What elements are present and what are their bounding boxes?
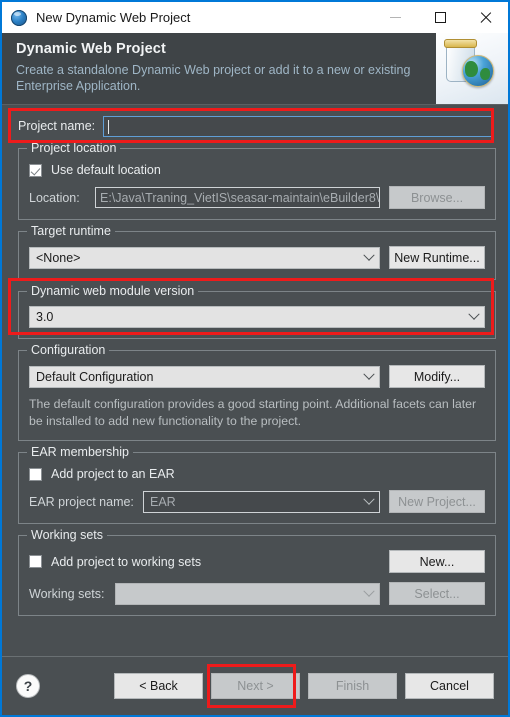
ear-project-name-combo[interactable]: EAR [143,490,380,513]
dynamic-web-module-version-value: 3.0 [36,310,54,324]
configuration-hint: The default configuration provides a goo… [29,397,477,428]
project-name-input[interactable] [103,115,494,137]
add-project-to-working-sets-label: Add project to working sets [51,554,202,569]
use-default-location-checkbox[interactable] [29,163,42,177]
maximize-icon [435,12,446,23]
new-dynamic-web-project-dialog: New Dynamic Web Project Dynamic Web Proj… [0,0,510,717]
wizard-footer: ? < Back Next > Finish Cancel [2,656,508,715]
add-project-to-working-sets-checkbox[interactable] [29,555,42,568]
minimize-button[interactable] [373,2,418,33]
dynamic-web-module-version-group: Dynamic web module version 3.0 [18,284,496,339]
new-runtime-button[interactable]: New Runtime... [389,246,485,269]
dynamic-web-module-version-row: 3.0 [29,306,485,328]
location-row: Location: E:\Java\Traning_VietIS\seasar-… [29,186,485,209]
configuration-value: Default Configuration [36,369,154,384]
use-default-location-row: Use default location [29,163,485,177]
working-sets-combo[interactable] [115,582,380,605]
project-location-legend: Project location [27,141,121,155]
back-button[interactable]: < Back [114,673,203,699]
project-name-row: Project name: [18,115,494,137]
jar-lid-shape [444,39,477,48]
help-icon[interactable]: ? [16,674,40,698]
ear-project-name-value: EAR [150,494,176,509]
location-value: E:\Java\Traning_VietIS\seasar-maintain\e… [100,190,380,205]
working-sets-row: Working sets: Select... [29,582,485,605]
next-button[interactable]: Next > [211,673,300,699]
target-runtime-value: <None> [36,250,81,265]
wizard-body: Project name: Project location Use defau… [2,105,508,656]
configuration-row: Default Configuration Modify... [29,365,485,388]
add-project-to-ear-label: Add project to an EAR [51,467,175,481]
target-runtime-legend: Target runtime [27,224,115,238]
target-runtime-combo[interactable]: <None> [29,246,380,269]
ear-membership-legend: EAR membership [27,445,133,459]
chevron-down-icon [361,248,377,268]
next-button-wrapper: Next > [203,664,300,708]
wizard-header-text: Dynamic Web Project Create a standalone … [2,33,436,104]
add-project-to-ear-checkbox[interactable] [29,467,42,481]
eclipse-wizard-icon [11,9,27,26]
window-title: New Dynamic Web Project [36,10,191,25]
use-default-location-label: Use default location [51,163,161,177]
location-input[interactable]: E:\Java\Traning_VietIS\seasar-maintain\e… [95,187,380,208]
maximize-button[interactable] [418,2,463,33]
ear-project-name-label: EAR project name: [29,494,134,509]
globe-shape [462,55,494,87]
wizard-header: Dynamic Web Project Create a standalone … [2,33,508,105]
add-project-to-working-sets-row: Add project to working sets New... [29,550,485,573]
dynamic-web-module-version-combo[interactable]: 3.0 [29,306,485,328]
ear-membership-group: EAR membership Add project to an EAR EAR… [18,445,496,524]
page-title: Dynamic Web Project [16,41,166,57]
browse-button[interactable]: Browse... [389,186,485,209]
working-sets-group: Working sets Add project to working sets… [18,528,496,616]
new-working-set-button[interactable]: New... [389,550,485,573]
page-description: Create a standalone Dynamic Web project … [16,63,411,93]
add-project-to-ear-row: Add project to an EAR [29,467,485,481]
configuration-combo[interactable]: Default Configuration [29,365,380,388]
target-runtime-row: <None> New Runtime... [29,246,485,269]
chevron-down-icon [361,584,377,604]
modify-button[interactable]: Modify... [389,365,485,388]
working-sets-label: Working sets: [29,586,105,601]
minimize-icon [390,17,401,18]
target-runtime-group: Target runtime <None> New Runtime... [18,224,496,280]
close-button[interactable] [463,2,508,33]
chevron-down-icon [361,492,377,512]
close-icon [479,11,492,24]
footer-buttons: < Back Next > Finish Cancel [106,664,494,708]
ear-project-name-row: EAR project name: EAR New Project... [29,490,485,513]
location-label: Location: [29,190,80,205]
jar-with-globe-icon [436,33,508,104]
chevron-down-icon [361,367,377,387]
new-ear-project-button[interactable]: New Project... [389,490,485,513]
text-caret [108,119,110,134]
select-working-set-button[interactable]: Select... [389,582,485,605]
finish-button[interactable]: Finish [308,673,397,699]
working-sets-legend: Working sets [27,528,108,542]
window-controls [373,2,508,33]
chevron-down-icon [466,307,482,327]
configuration-legend: Configuration [27,343,110,357]
dynamic-web-module-version-legend: Dynamic web module version [27,284,199,298]
title-bar: New Dynamic Web Project [2,2,508,33]
project-location-group: Project location Use default location Lo… [18,141,496,220]
configuration-group: Configuration Default Configuration Modi… [18,343,496,441]
project-name-label: Project name: [18,119,96,133]
cancel-button[interactable]: Cancel [405,673,494,699]
